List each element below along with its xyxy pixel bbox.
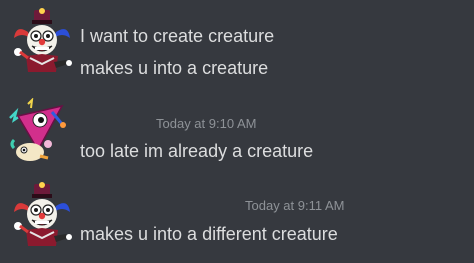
message-text: I want to create creature xyxy=(80,26,275,46)
message-text: makes u into a different creature xyxy=(80,224,338,244)
jester-clown-avatar-icon[interactable] xyxy=(6,8,72,74)
message-timestamp: Today at 9:11 AM xyxy=(245,198,345,213)
pink-triangle-creature-avatar-icon[interactable] xyxy=(4,98,70,164)
message-text: too late im already a creature xyxy=(80,141,314,161)
message-timestamp: Today at 9:10 AM xyxy=(156,116,257,131)
message-text: makes u into a creature xyxy=(80,58,269,78)
jester-clown-avatar-icon[interactable] xyxy=(6,182,72,248)
